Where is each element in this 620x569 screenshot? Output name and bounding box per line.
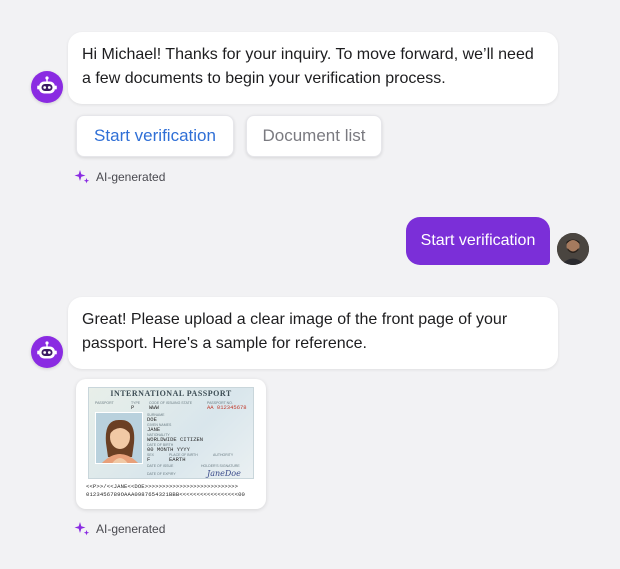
bot-message-1: Hi Michael! Thanks for your inquiry. To …: [68, 32, 558, 104]
place-of-birth-value: EARTH: [169, 456, 186, 463]
ai-generated-tag: AI-generated: [74, 169, 165, 185]
sparkle-icon: [74, 170, 90, 184]
signature: JaneDoe: [207, 469, 241, 478]
ai-generated-label: AI-generated: [96, 170, 166, 184]
robot-icon: [37, 341, 57, 359]
ai-generated-tag: AI-generated: [74, 521, 165, 537]
code-value: WWW: [149, 404, 159, 411]
passport-title: INTERNATIONAL PASSPORT: [110, 389, 232, 398]
passport-photo: [95, 412, 143, 464]
date-of-expiry-label: DATE OF EXPIRY: [147, 472, 176, 476]
start-verification-chip[interactable]: Start verification: [76, 115, 234, 157]
bot-avatar: [31, 336, 63, 368]
passport-number: AA 012345678: [207, 404, 247, 411]
passport-label: PASSPORT: [95, 401, 114, 405]
holder-signature-label: HOLDER'S SIGNATURE: [201, 464, 240, 468]
type-value: P: [131, 404, 135, 411]
mrz-line-2: 0123456789OAAA0987654321BBB<<<<<<<<<<<<<…: [86, 491, 246, 498]
user-message-1: Start verification: [406, 217, 550, 265]
date-of-issue-label: DATE OF ISSUE: [147, 464, 174, 468]
passport-document: INTERNATIONAL PASSPORT PASSPORT TYPE P C…: [88, 387, 254, 479]
bot-message-2: Great! Please upload a clear image of th…: [68, 297, 558, 369]
authority-label: AUTHORITY: [213, 453, 234, 457]
bot-avatar: [31, 71, 63, 103]
document-list-chip[interactable]: Document list: [246, 115, 382, 157]
passport-sample-image[interactable]: INTERNATIONAL PASSPORT PASSPORT TYPE P C…: [76, 379, 266, 509]
sparkle-icon: [74, 522, 90, 536]
sex-value: F: [147, 456, 151, 463]
mrz-line-1: <<P>>/<<JANE<<DOE>>>>>>>>>>>>>>>>>>>>>>>…: [86, 483, 239, 490]
ai-generated-label: AI-generated: [96, 522, 166, 536]
user-avatar: [557, 233, 589, 265]
robot-icon: [37, 76, 57, 94]
